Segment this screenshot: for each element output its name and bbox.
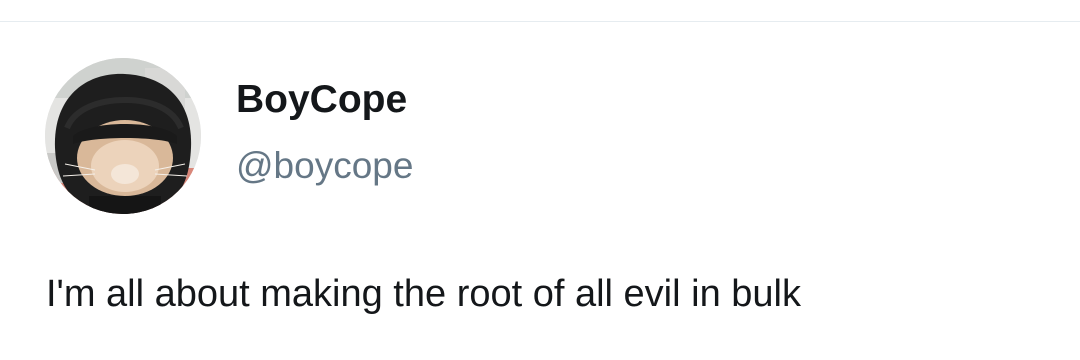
avatar[interactable]	[45, 58, 201, 214]
hooded-cat-avatar-icon	[45, 58, 201, 214]
user-handle[interactable]: @boycope	[236, 147, 413, 184]
tweet-text: I'm all about making the root of all evi…	[46, 273, 801, 315]
tweet-card[interactable]: BoyCope @boycope I'm all about making th…	[0, 22, 1080, 360]
display-name[interactable]: BoyCope	[236, 80, 407, 119]
